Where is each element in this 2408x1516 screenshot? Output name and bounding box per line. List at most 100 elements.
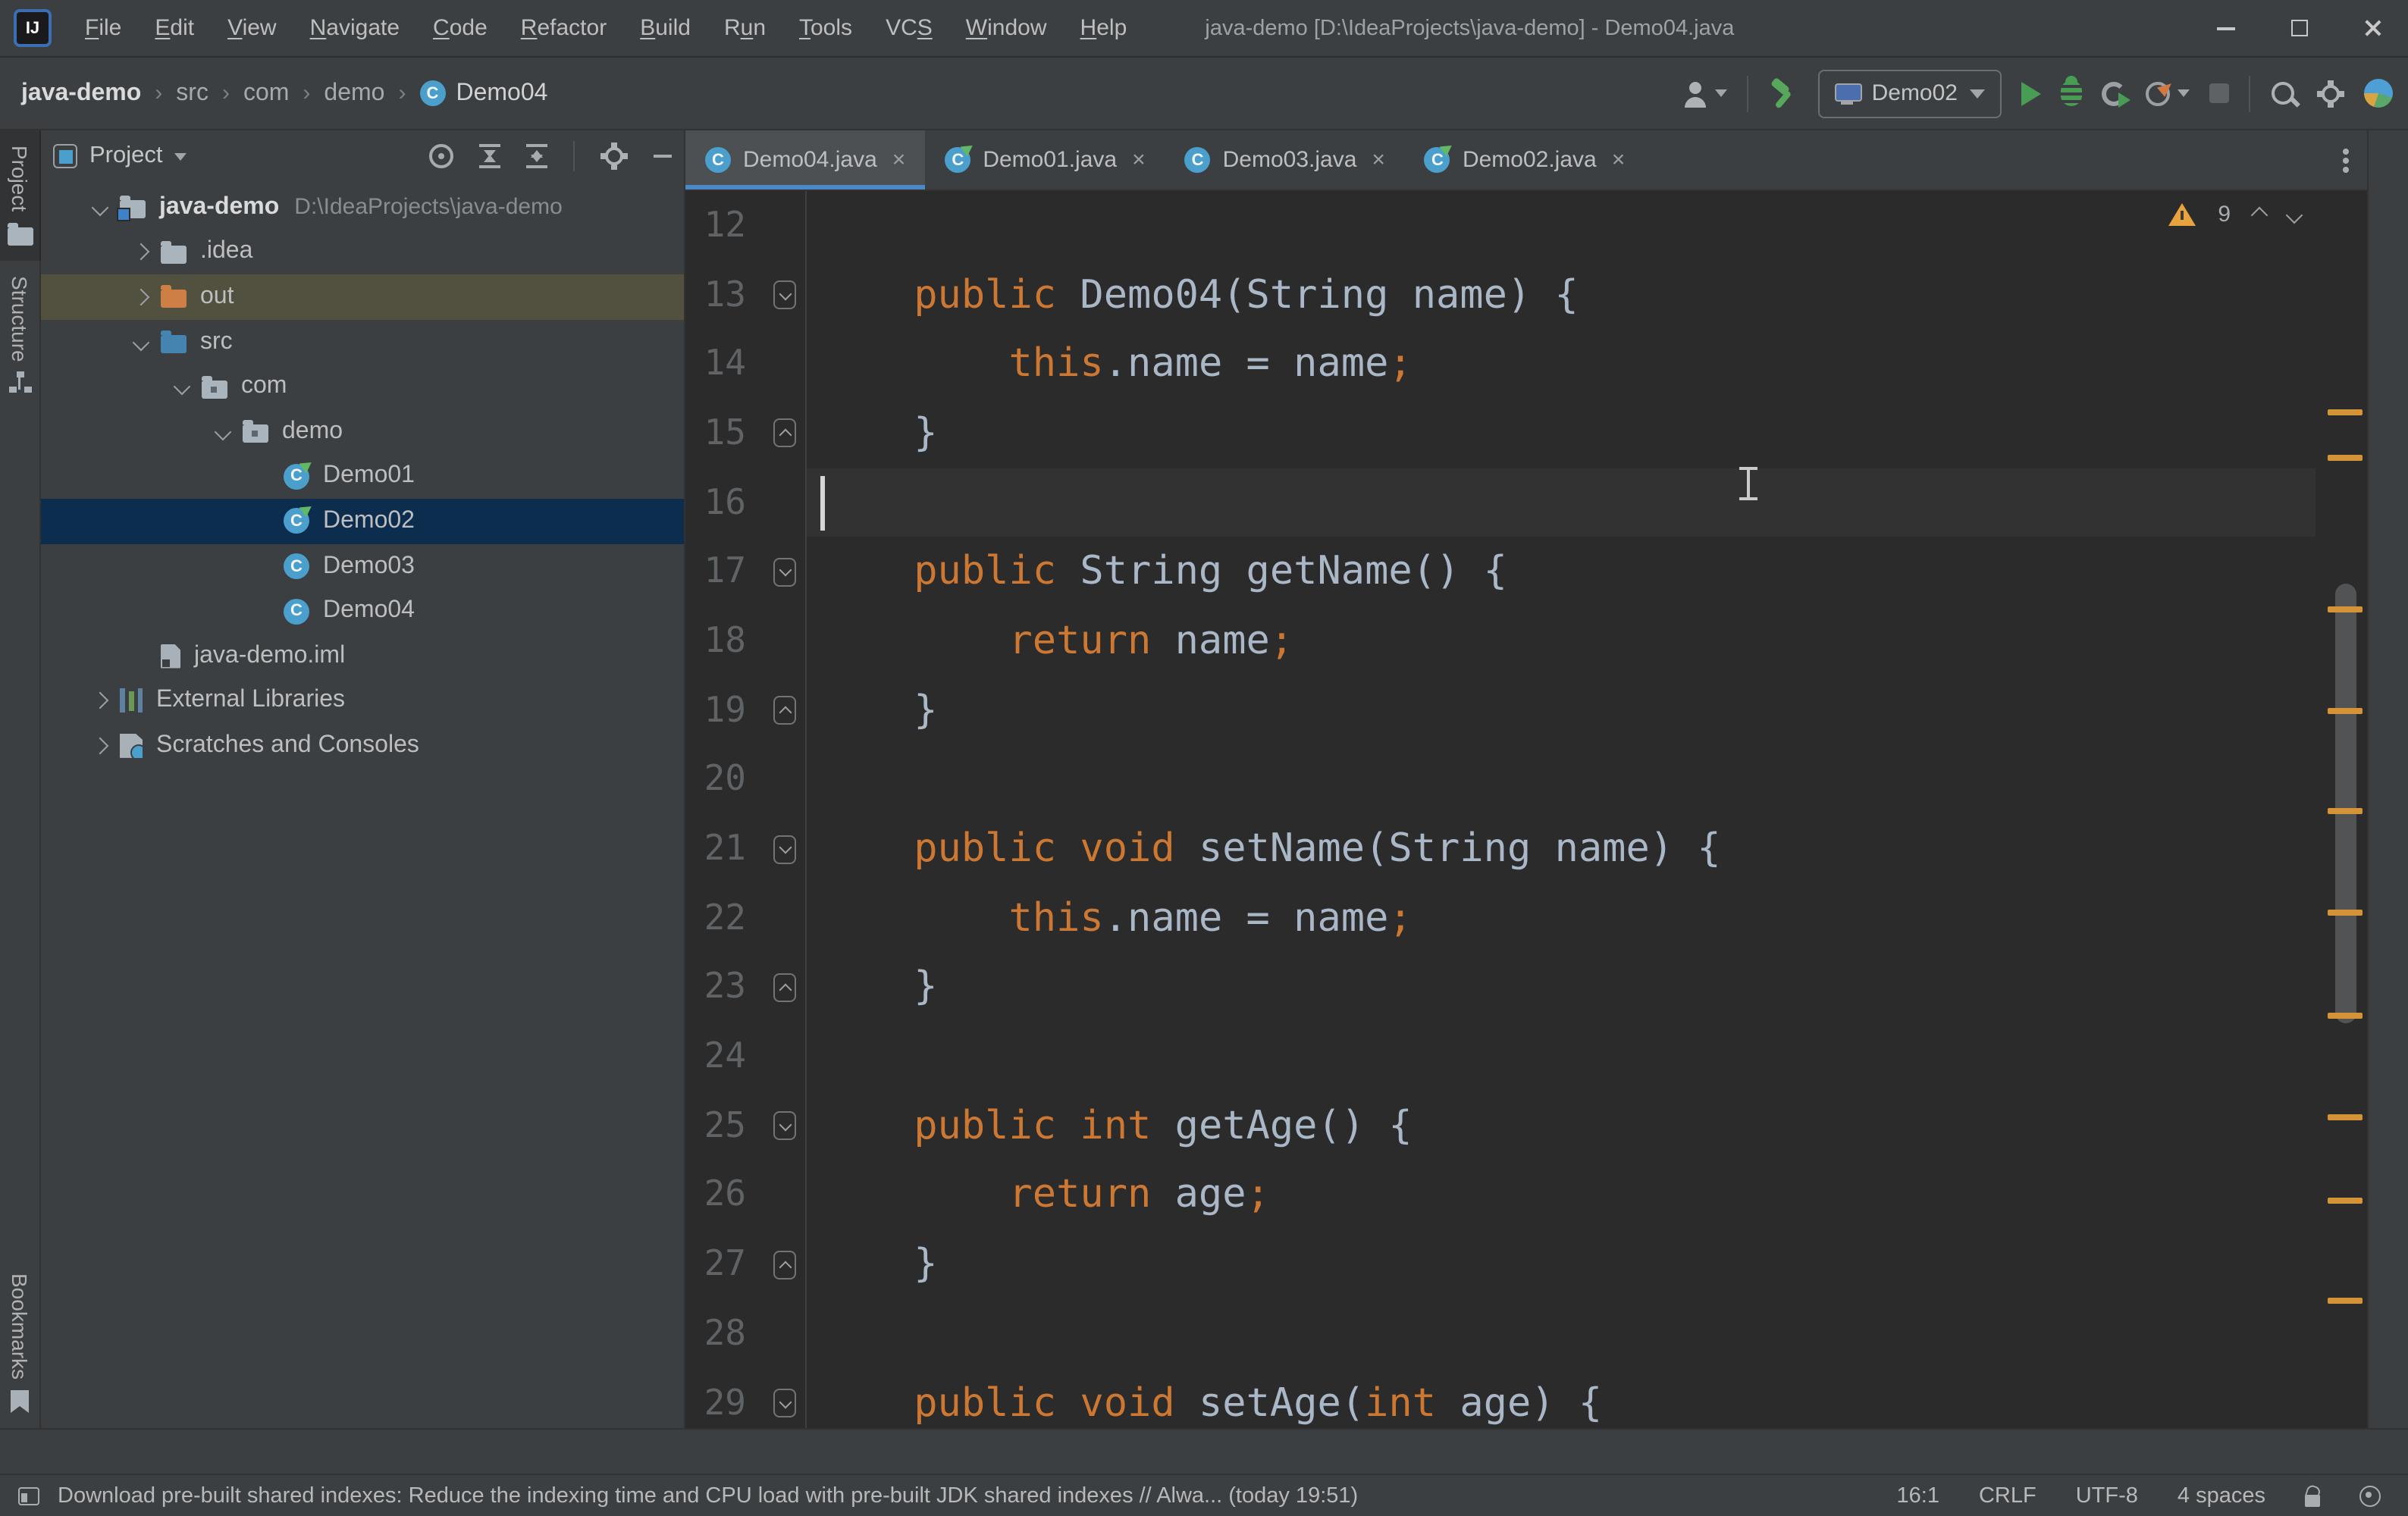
menu-run[interactable]: Run	[709, 9, 781, 47]
ide-globe-button[interactable]	[2364, 79, 2393, 108]
menu-tools[interactable]: Tools	[784, 9, 867, 47]
fold-start-marker[interactable]	[773, 835, 796, 863]
tree-item-out[interactable]: out	[41, 274, 684, 319]
fold-end-marker[interactable]	[773, 419, 796, 448]
inspections-profile-icon[interactable]	[2359, 1485, 2381, 1506]
warning-stripe-mark[interactable]	[2328, 1198, 2363, 1204]
tree-item-java-demo[interactable]: java-demoD:\IdeaProjects\java-demo	[41, 185, 684, 230]
menu-window[interactable]: Window	[951, 9, 1062, 47]
prev-problem-button[interactable]	[2251, 206, 2268, 224]
tree-item-java-demo.iml[interactable]: java-demo.iml	[41, 634, 684, 678]
tree-item-Demo01[interactable]: CDemo01	[41, 454, 684, 499]
search-everywhere-button[interactable]	[2270, 80, 2297, 107]
warning-stripe-mark[interactable]	[2328, 1013, 2363, 1019]
tree-item-Scratches and Consoles[interactable]: Scratches and Consoles	[41, 723, 684, 768]
warning-stripe-mark[interactable]	[2328, 808, 2363, 814]
tree-chevron[interactable]	[121, 336, 161, 348]
close-tab-icon[interactable]: ×	[1132, 147, 1146, 173]
toolwindow-toggle-icon[interactable]	[18, 1486, 39, 1505]
hide-panel-button[interactable]	[654, 155, 672, 158]
breadcrumb-item-java-demo[interactable]: java-demo	[21, 80, 141, 107]
fold-gutter[interactable]	[764, 558, 805, 587]
fold-end-marker[interactable]	[773, 973, 796, 1002]
warning-stripe-mark[interactable]	[2328, 708, 2363, 714]
tree-chevron[interactable]	[121, 291, 161, 303]
menu-edit[interactable]: Edit	[140, 9, 209, 47]
editor-scrollbar-thumb[interactable]	[2335, 584, 2356, 1023]
tree-chevron[interactable]	[80, 695, 120, 707]
tab-Demo03.java[interactable]: CDemo03.java×	[1165, 130, 1405, 190]
collapse-all-button[interactable]	[526, 144, 547, 168]
fold-start-marker[interactable]	[773, 280, 796, 309]
project-view-selector[interactable]: Project	[53, 143, 187, 170]
fold-gutter[interactable]	[764, 973, 805, 1002]
indent-widget[interactable]: 4 spaces	[2178, 1483, 2265, 1508]
fold-start-marker[interactable]	[773, 1112, 796, 1141]
code-editor[interactable]: 1213 public Demo04(String name) {14 this…	[685, 191, 2367, 1428]
tree-chevron[interactable]	[162, 381, 202, 393]
close-tab-icon[interactable]: ×	[1372, 147, 1385, 173]
close-button[interactable]	[2335, 0, 2408, 57]
tree-item-demo[interactable]: demo	[41, 409, 684, 454]
tree-item-Demo02[interactable]: CDemo02	[41, 499, 684, 543]
fold-gutter[interactable]	[764, 419, 805, 448]
minimize-button[interactable]	[2190, 0, 2262, 57]
select-opened-file-button[interactable]	[429, 144, 453, 168]
next-problem-button[interactable]	[2286, 206, 2303, 224]
maximize-button[interactable]	[2262, 0, 2335, 57]
tree-chevron[interactable]	[203, 426, 243, 438]
breadcrumb-item-src[interactable]: src	[176, 80, 209, 107]
fold-end-marker[interactable]	[773, 696, 796, 725]
menu-view[interactable]: View	[212, 9, 292, 47]
run-with-coverage-button[interactable]	[2102, 81, 2126, 105]
menu-build[interactable]: Build	[625, 9, 706, 47]
fold-gutter[interactable]	[764, 696, 805, 725]
tree-item-Demo04[interactable]: CDemo04	[41, 589, 684, 634]
fold-gutter[interactable]	[764, 1112, 805, 1141]
tree-item-src[interactable]: src	[41, 320, 684, 365]
menu-navigate[interactable]: Navigate	[295, 9, 415, 47]
caret-position-widget[interactable]: 16:1	[1897, 1483, 1939, 1508]
menu-file[interactable]: File	[70, 9, 136, 47]
breadcrumb-item-com[interactable]: com	[243, 80, 289, 107]
warning-stripe-mark[interactable]	[2328, 1114, 2363, 1120]
tree-item-Demo03[interactable]: CDemo03	[41, 544, 684, 589]
debug-button[interactable]	[2061, 80, 2082, 106]
fold-gutter[interactable]	[764, 1250, 805, 1279]
warning-stripe-mark[interactable]	[2328, 606, 2363, 612]
run-button[interactable]	[2021, 81, 2041, 105]
fold-gutter[interactable]	[764, 1389, 805, 1417]
fold-gutter[interactable]	[764, 835, 805, 863]
tab-list-button[interactable]	[2325, 130, 2367, 190]
build-hammer-button[interactable]	[1769, 78, 1799, 108]
close-tab-icon[interactable]: ×	[1612, 147, 1626, 173]
tree-chevron[interactable]	[80, 740, 120, 752]
settings-button[interactable]	[2317, 80, 2344, 107]
breadcrumb-item-demo[interactable]: demo	[324, 80, 384, 107]
breadcrumb-item-Demo04[interactable]: CDemo04	[419, 80, 547, 107]
project-options-button[interactable]	[600, 143, 628, 170]
warning-stripe-mark[interactable]	[2328, 455, 2363, 461]
menu-vcs[interactable]: VCS	[870, 9, 948, 47]
fold-gutter[interactable]	[764, 280, 805, 309]
tree-chevron[interactable]	[121, 246, 161, 258]
user-menu-button[interactable]	[1682, 80, 1728, 107]
tree-item-.idea[interactable]: .idea	[41, 230, 684, 274]
fold-start-marker[interactable]	[773, 1389, 796, 1417]
readonly-lock-icon[interactable]	[2305, 1494, 2320, 1506]
run-configuration-select[interactable]: Demo02	[1819, 69, 2002, 117]
tree-item-External Libraries[interactable]: External Libraries	[41, 678, 684, 723]
line-separator-widget[interactable]: CRLF	[1979, 1483, 2036, 1508]
tree-item-com[interactable]: com	[41, 365, 684, 409]
close-tab-icon[interactable]: ×	[892, 147, 906, 173]
expand-all-button[interactable]	[479, 144, 500, 168]
tree-chevron[interactable]	[80, 202, 120, 214]
menu-help[interactable]: Help	[1065, 9, 1143, 47]
sidebar-item-project[interactable]: Project	[0, 130, 40, 260]
encoding-widget[interactable]: UTF-8	[2076, 1483, 2138, 1508]
menu-refactor[interactable]: Refactor	[506, 9, 622, 47]
sidebar-item-bookmarks[interactable]: Bookmarks	[0, 1258, 40, 1428]
inspection-widget[interactable]: 9	[2168, 202, 2300, 227]
warning-stripe-mark[interactable]	[2328, 1298, 2363, 1304]
fold-end-marker[interactable]	[773, 1250, 796, 1279]
